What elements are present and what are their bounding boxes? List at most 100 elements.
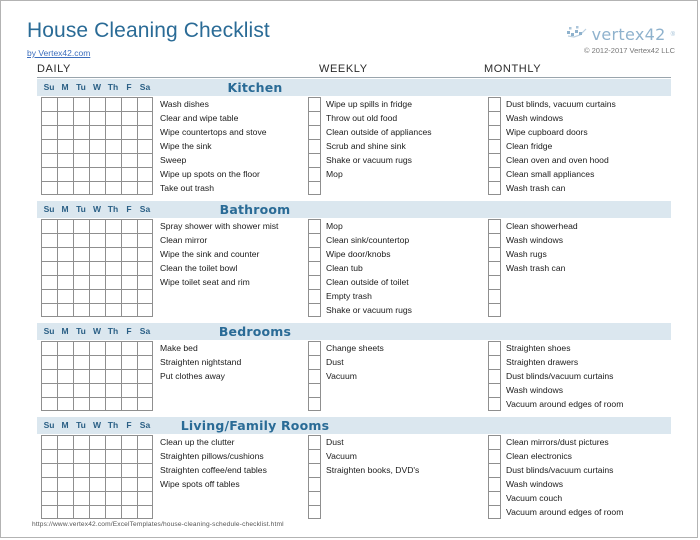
daily-checkbox[interactable] (41, 97, 57, 111)
daily-checkbox[interactable] (41, 435, 57, 449)
daily-checkbox[interactable] (89, 477, 105, 491)
weekly-checkbox[interactable] (308, 505, 321, 519)
daily-checkbox[interactable] (137, 355, 153, 369)
daily-checkbox[interactable] (57, 463, 73, 477)
weekly-checkbox[interactable] (308, 261, 321, 275)
daily-checkbox[interactable] (89, 111, 105, 125)
daily-checkbox[interactable] (105, 233, 121, 247)
monthly-checkbox[interactable] (488, 491, 501, 505)
daily-checkbox[interactable] (73, 181, 89, 195)
monthly-checkbox[interactable] (488, 261, 501, 275)
weekly-checkbox[interactable] (308, 111, 321, 125)
monthly-checkbox[interactable] (488, 153, 501, 167)
daily-checkbox[interactable] (73, 219, 89, 233)
daily-checkbox[interactable] (105, 261, 121, 275)
daily-checkbox[interactable] (57, 355, 73, 369)
daily-checkbox[interactable] (137, 505, 153, 519)
daily-checkbox[interactable] (89, 463, 105, 477)
daily-checkbox[interactable] (121, 219, 137, 233)
daily-checkbox[interactable] (41, 397, 57, 411)
daily-checkbox[interactable] (41, 383, 57, 397)
weekly-checkbox[interactable] (308, 97, 321, 111)
daily-checkbox[interactable] (89, 369, 105, 383)
weekly-checkbox[interactable] (308, 289, 321, 303)
monthly-checkbox[interactable] (488, 383, 501, 397)
daily-checkbox[interactable] (121, 261, 137, 275)
monthly-checkbox[interactable] (488, 289, 501, 303)
daily-checkbox[interactable] (105, 153, 121, 167)
daily-checkbox[interactable] (73, 97, 89, 111)
daily-checkbox[interactable] (41, 153, 57, 167)
daily-checkbox[interactable] (121, 247, 137, 261)
daily-checkbox[interactable] (57, 369, 73, 383)
daily-checkbox[interactable] (57, 341, 73, 355)
daily-checkbox[interactable] (105, 491, 121, 505)
daily-checkbox[interactable] (89, 219, 105, 233)
daily-checkbox[interactable] (73, 369, 89, 383)
daily-checkbox[interactable] (121, 463, 137, 477)
monthly-checkbox[interactable] (488, 247, 501, 261)
daily-checkbox[interactable] (137, 397, 153, 411)
daily-checkbox[interactable] (57, 449, 73, 463)
daily-checkbox[interactable] (137, 435, 153, 449)
daily-checkbox[interactable] (137, 125, 153, 139)
monthly-checkbox[interactable] (488, 449, 501, 463)
daily-checkbox[interactable] (89, 233, 105, 247)
daily-checkbox[interactable] (57, 303, 73, 317)
daily-checkbox[interactable] (105, 167, 121, 181)
daily-checkbox[interactable] (41, 505, 57, 519)
daily-checkbox[interactable] (73, 505, 89, 519)
daily-checkbox[interactable] (105, 139, 121, 153)
daily-checkbox[interactable] (73, 167, 89, 181)
daily-checkbox[interactable] (41, 303, 57, 317)
daily-checkbox[interactable] (89, 153, 105, 167)
daily-checkbox[interactable] (57, 153, 73, 167)
daily-checkbox[interactable] (41, 449, 57, 463)
daily-checkbox[interactable] (121, 97, 137, 111)
daily-checkbox[interactable] (121, 397, 137, 411)
daily-checkbox[interactable] (41, 125, 57, 139)
monthly-checkbox[interactable] (488, 355, 501, 369)
weekly-checkbox[interactable] (308, 435, 321, 449)
monthly-checkbox[interactable] (488, 463, 501, 477)
daily-checkbox[interactable] (57, 219, 73, 233)
monthly-checkbox[interactable] (488, 341, 501, 355)
daily-checkbox[interactable] (137, 369, 153, 383)
daily-checkbox[interactable] (73, 275, 89, 289)
daily-checkbox[interactable] (57, 289, 73, 303)
daily-checkbox[interactable] (89, 261, 105, 275)
daily-checkbox[interactable] (89, 397, 105, 411)
daily-checkbox[interactable] (57, 275, 73, 289)
daily-checkbox[interactable] (89, 247, 105, 261)
weekly-checkbox[interactable] (308, 181, 321, 195)
daily-checkbox[interactable] (121, 505, 137, 519)
daily-checkbox[interactable] (121, 233, 137, 247)
daily-checkbox[interactable] (57, 111, 73, 125)
daily-checkbox[interactable] (89, 435, 105, 449)
daily-checkbox[interactable] (137, 275, 153, 289)
daily-checkbox[interactable] (89, 505, 105, 519)
daily-checkbox[interactable] (137, 97, 153, 111)
daily-checkbox[interactable] (105, 247, 121, 261)
daily-checkbox[interactable] (121, 289, 137, 303)
daily-checkbox[interactable] (137, 289, 153, 303)
daily-checkbox[interactable] (73, 341, 89, 355)
daily-checkbox[interactable] (137, 449, 153, 463)
daily-checkbox[interactable] (105, 369, 121, 383)
weekly-checkbox[interactable] (308, 247, 321, 261)
daily-checkbox[interactable] (57, 491, 73, 505)
daily-checkbox[interactable] (89, 275, 105, 289)
daily-checkbox[interactable] (105, 397, 121, 411)
daily-checkbox[interactable] (137, 247, 153, 261)
daily-checkbox[interactable] (121, 355, 137, 369)
daily-checkbox[interactable] (137, 167, 153, 181)
daily-checkbox[interactable] (57, 125, 73, 139)
monthly-checkbox[interactable] (488, 369, 501, 383)
daily-checkbox[interactable] (41, 139, 57, 153)
daily-checkbox[interactable] (57, 139, 73, 153)
daily-checkbox[interactable] (41, 355, 57, 369)
daily-checkbox[interactable] (137, 303, 153, 317)
daily-checkbox[interactable] (41, 463, 57, 477)
daily-checkbox[interactable] (73, 303, 89, 317)
monthly-checkbox[interactable] (488, 397, 501, 411)
